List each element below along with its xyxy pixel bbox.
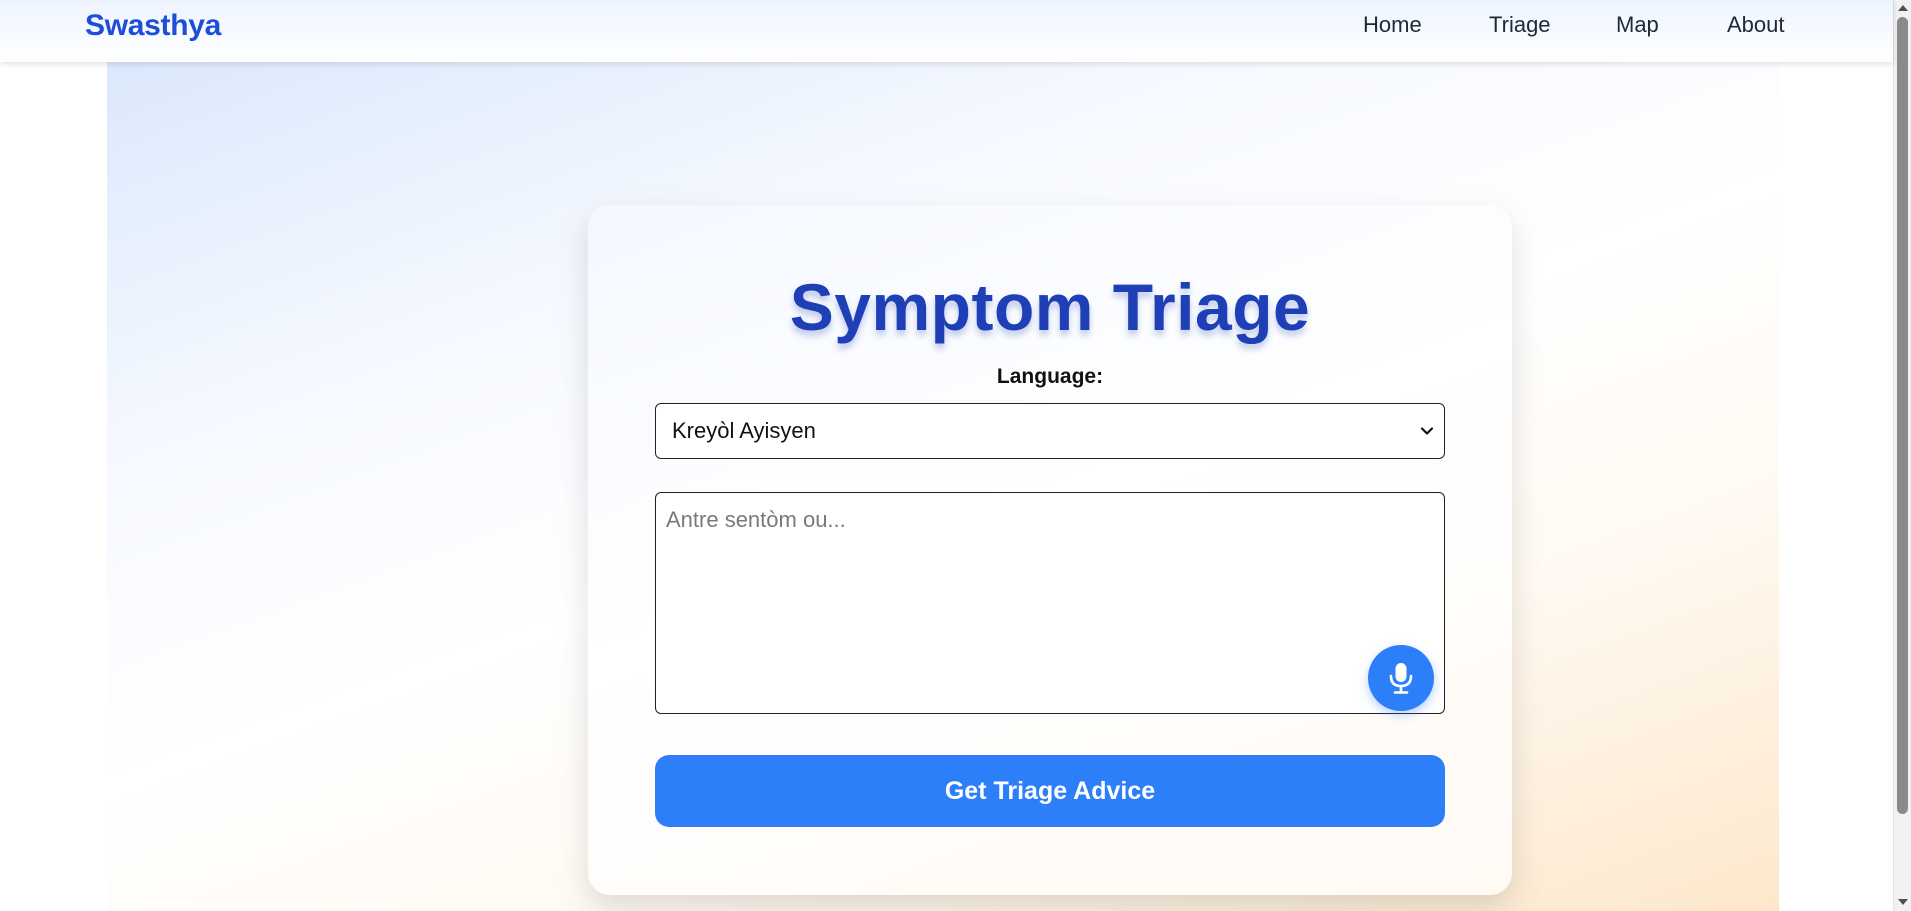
brand-logo[interactable]: Swasthya	[85, 9, 221, 43]
microphone-icon	[1389, 663, 1413, 694]
page-title: Symptom Triage	[789, 270, 1311, 344]
scroll-down-arrow-icon[interactable]	[1898, 899, 1908, 905]
language-select[interactable]: Kreyòl Ayisyen	[655, 403, 1445, 459]
triage-card: Symptom Triage Language: Kreyòl Ayisyen …	[588, 205, 1512, 895]
get-triage-advice-button[interactable]: Get Triage Advice	[655, 755, 1445, 827]
scroll-up-arrow-icon[interactable]	[1898, 5, 1908, 11]
symptom-input[interactable]	[655, 492, 1445, 714]
voice-input-button[interactable]	[1368, 645, 1434, 711]
language-select-value: Kreyòl Ayisyen	[672, 418, 816, 443]
nav-link-triage[interactable]: Triage	[1489, 12, 1551, 38]
nav-link-about[interactable]: About	[1727, 12, 1785, 38]
language-label: Language:	[996, 365, 1104, 388]
chevron-down-icon	[1420, 427, 1434, 435]
scrollbar-thumb[interactable]	[1897, 17, 1908, 814]
top-navbar: Swasthya Home Triage Map About	[0, 0, 1893, 62]
nav-link-map[interactable]: Map	[1616, 12, 1659, 38]
nav-link-home[interactable]: Home	[1363, 12, 1422, 38]
main-content: Symptom Triage Language: Kreyòl Ayisyen …	[107, 62, 1779, 911]
page-scrollbar[interactable]	[1893, 0, 1911, 911]
